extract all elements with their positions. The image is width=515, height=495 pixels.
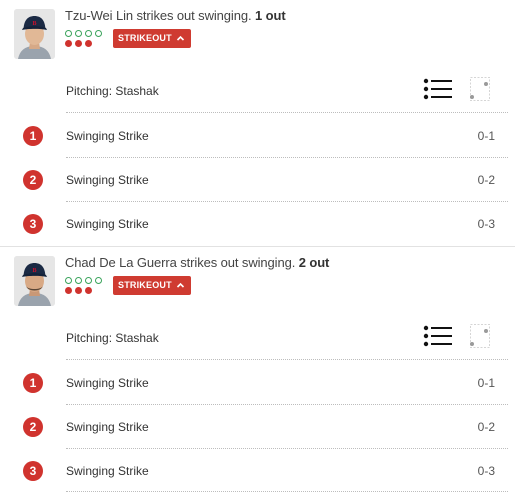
plate-appearance: B Chad De La Guerra strikes out swinging… xyxy=(0,247,515,495)
pitch-type: Swinging Strike xyxy=(66,376,149,390)
pitch-count: 0-3 xyxy=(477,217,495,231)
strike-dot xyxy=(65,40,72,47)
outs-count: 1 out xyxy=(255,8,286,23)
row-divider xyxy=(66,491,508,492)
row-divider xyxy=(66,112,508,113)
pitch-number-badge: 1 xyxy=(23,126,43,146)
ball-dot xyxy=(85,30,92,37)
pitch-type: Swinging Strike xyxy=(66,129,149,143)
strikeout-badge-button[interactable]: STRIKEOUT xyxy=(113,276,191,295)
svg-text:B: B xyxy=(32,268,36,274)
pitch-row[interactable]: 1 Swinging Strike 0-1 xyxy=(0,373,515,393)
ball-dot xyxy=(65,277,72,284)
pitcher-label: Pitching: Stashak xyxy=(66,84,159,98)
pitch-count: 0-2 xyxy=(477,173,495,187)
pitch-number-badge: 3 xyxy=(23,461,43,481)
ball-dot xyxy=(75,30,82,37)
pitch-row[interactable]: 2 Swinging Strike 0-2 xyxy=(0,417,515,437)
pitch-number-badge: 1 xyxy=(23,373,43,393)
strike-dot xyxy=(65,287,72,294)
pitch-number-badge: 2 xyxy=(23,170,43,190)
row-divider xyxy=(66,201,508,202)
strike-dot xyxy=(85,40,92,47)
pitcher-label: Pitching: Stashak xyxy=(66,331,159,345)
strike-dot xyxy=(75,40,82,47)
pitch-count: 0-1 xyxy=(477,129,495,143)
pitch-type: Swinging Strike xyxy=(66,217,149,231)
strike-dot xyxy=(85,287,92,294)
pitch-row[interactable]: 1 Swinging Strike 0-1 xyxy=(0,126,515,146)
play-description-text: Chad De La Guerra strikes out swinging. xyxy=(65,255,296,270)
ball-dot xyxy=(95,30,102,37)
pitch-count: 0-1 xyxy=(477,376,495,390)
pitch-count: 0-2 xyxy=(477,420,495,434)
play-description: Tzu-Wei Lin strikes out swinging. 1 out xyxy=(65,8,286,23)
row-divider xyxy=(66,404,508,405)
pitch-type: Swinging Strike xyxy=(66,420,149,434)
play-description-text: Tzu-Wei Lin strikes out swinging. xyxy=(65,8,252,23)
strike-zone-icon[interactable] xyxy=(469,76,491,102)
pitch-row[interactable]: 2 Swinging Strike 0-2 xyxy=(0,170,515,190)
pitch-number-badge: 2 xyxy=(23,417,43,437)
list-icon[interactable] xyxy=(423,324,453,348)
chevron-up-icon xyxy=(176,35,184,41)
play-description: Chad De La Guerra strikes out swinging. … xyxy=(65,255,329,270)
chevron-up-icon xyxy=(176,282,184,288)
strike-zone-icon[interactable] xyxy=(469,323,491,349)
pitch-number-badge: 3 xyxy=(23,214,43,234)
strikeout-badge-button[interactable]: STRIKEOUT xyxy=(113,29,191,48)
badge-label: STRIKEOUT xyxy=(118,33,172,43)
pitch-type: Swinging Strike xyxy=(66,173,149,187)
ball-dot xyxy=(75,277,82,284)
outs-count: 2 out xyxy=(298,255,330,270)
ball-dot xyxy=(95,277,102,284)
pitch-count: 0-3 xyxy=(477,464,495,478)
row-divider xyxy=(66,157,508,158)
row-divider xyxy=(66,359,508,360)
count-dots xyxy=(65,29,109,49)
pitch-type: Swinging Strike xyxy=(66,464,149,478)
ball-dot xyxy=(85,277,92,284)
count-dots xyxy=(65,276,109,296)
svg-text:B: B xyxy=(32,21,36,27)
plate-appearance: B Tzu-Wei Lin strikes out swinging. 1 ou… xyxy=(0,0,515,246)
badge-label: STRIKEOUT xyxy=(118,280,172,290)
batter-headshot: B xyxy=(14,9,55,59)
batter-headshot: B xyxy=(14,256,55,306)
list-icon[interactable] xyxy=(423,77,453,101)
pitch-row[interactable]: 3 Swinging Strike 0-3 xyxy=(0,214,515,234)
row-divider xyxy=(66,448,508,449)
strike-dot xyxy=(75,287,82,294)
ball-dot xyxy=(65,30,72,37)
pitch-row[interactable]: 3 Swinging Strike 0-3 xyxy=(0,461,515,481)
